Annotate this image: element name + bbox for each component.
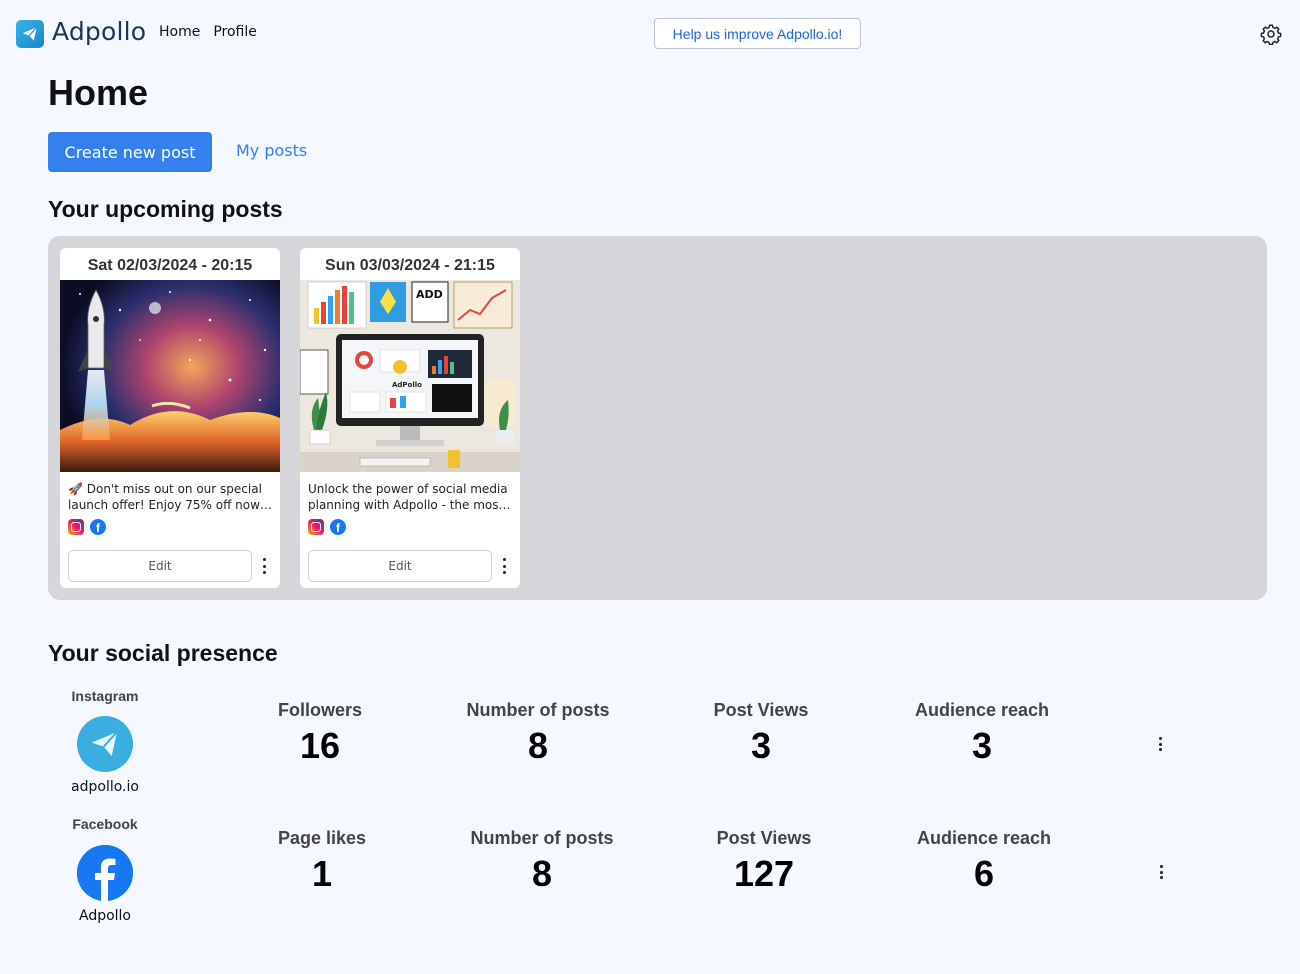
post-card[interactable]: Sat 02/03/2024 - 20:15 🚀 Don't miss out … [60,248,280,588]
my-posts-link[interactable]: My posts [236,141,307,160]
platform-label: Instagram [71,688,139,704]
upcoming-posts-panel: Sat 02/03/2024 - 20:15 🚀 Don't miss out … [48,236,1267,600]
account-handle[interactable]: adpollo.io [45,779,165,795]
post-card[interactable]: Sun 03/03/2024 - 21:15 ADD AdPollo Unloc… [300,248,520,588]
social-presence-heading: Your social presence [48,640,278,666]
svg-text:AdPollo: AdPollo [392,381,422,389]
stat-post-views: Post Views 3 [713,700,809,766]
account-avatar[interactable] [77,716,133,772]
nav-profile-link[interactable]: Profile [213,24,257,40]
gear-icon[interactable] [1260,23,1282,45]
stat-audience-reach: Audience reach 6 [916,828,1052,894]
stat-followers: Followers 16 [277,700,362,766]
main-nav: Home Profile [159,24,257,40]
top-bar: Adpollo Home Profile Help us improve Adp… [0,0,1300,66]
post-actions: Edit [68,550,274,582]
post-platforms: f [308,519,520,535]
page-title: Home [48,72,149,113]
brand-name[interactable]: Adpollo [52,17,146,46]
paper-plane-icon [91,731,118,756]
instagram-icon [68,519,84,535]
stat-number-of-posts: Number of posts 8 [470,828,614,894]
facebook-icon: f [330,519,346,535]
rocket-launch-image[interactable] [60,280,280,472]
more-options-icon[interactable] [501,558,507,574]
post-caption: 🚀 Don't miss out on our special launch o… [68,482,272,512]
nav-home-link[interactable]: Home [159,24,200,40]
stat-page-likes: Page likes 1 [277,828,367,894]
post-date: Sat 02/03/2024 - 20:15 [87,257,253,274]
stat-audience-reach: Audience reach 3 [914,700,1050,766]
instagram-icon [308,519,324,535]
facebook-icon: f [90,519,106,535]
stat-number-of-posts: Number of posts 8 [466,700,610,766]
feedback-button[interactable]: Help us improve Adpollo.io! [654,18,861,49]
account-handle[interactable]: Adpollo [45,908,165,924]
edit-post-button[interactable]: Edit [308,550,492,582]
edit-post-button[interactable]: Edit [68,550,252,582]
post-caption: Unlock the power of social media plannin… [308,482,512,512]
more-options-icon[interactable] [261,558,267,574]
post-actions: Edit [308,550,514,582]
paper-plane-icon [22,26,38,41]
facebook-icon [77,845,133,901]
more-options-icon[interactable] [1158,865,1164,879]
svg-text:ADD: ADD [416,288,443,301]
post-date: Sun 03/03/2024 - 21:15 [325,257,495,274]
platform-label: Facebook [72,816,138,832]
account-avatar[interactable] [77,845,133,901]
upcoming-posts-heading: Your upcoming posts [48,196,283,222]
stat-post-views: Post Views 127 [716,828,812,894]
dashboard-workspace-image[interactable]: ADD AdPollo [300,280,520,472]
post-platforms: f [68,519,280,535]
create-new-post-button[interactable]: Create new post [48,132,212,172]
adpollo-logo-icon[interactable] [16,20,44,48]
more-options-icon[interactable] [1157,737,1163,751]
